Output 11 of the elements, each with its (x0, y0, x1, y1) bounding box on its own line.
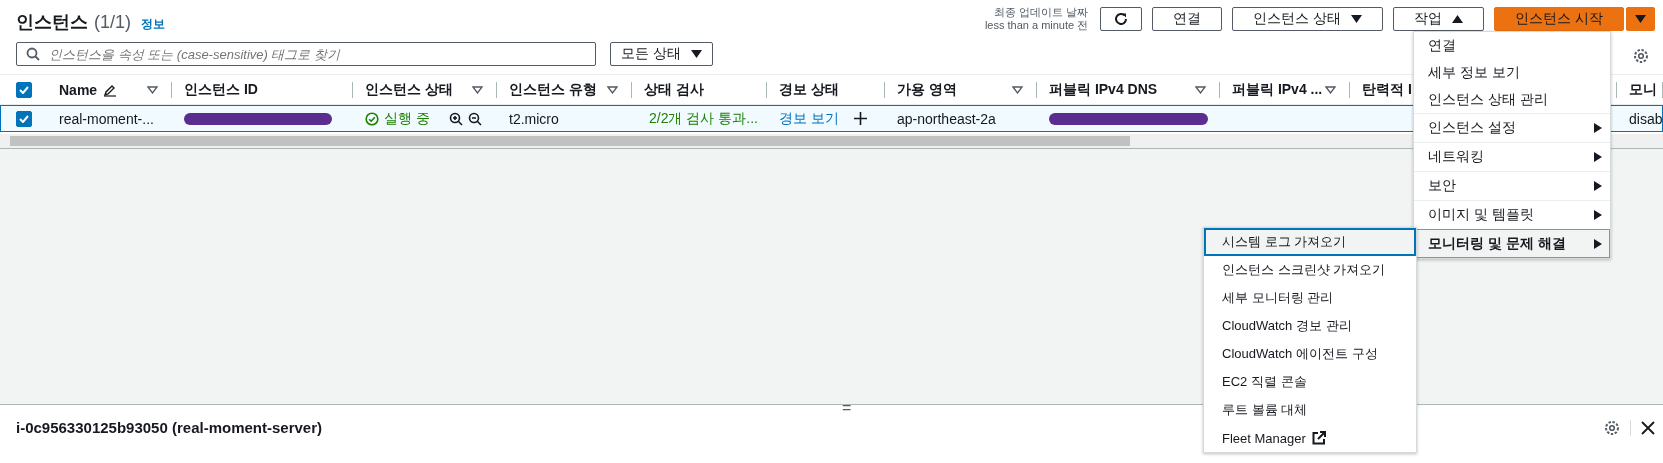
last-updated-value: less than a minute 전 (984, 19, 1089, 32)
table-cell: disab (1629, 110, 1663, 127)
details-title: i-0c956330125b93050 (real-moment-server) (16, 419, 323, 436)
table-cell: t2.micro (509, 110, 559, 127)
last-updated-label: 최종 업데이트 날짜 (994, 6, 1089, 19)
table-cell: ap-northeast-2a (897, 110, 996, 127)
table-cell: 2/2개 검사 통과... (649, 109, 758, 128)
table-cell: real-moment-... (59, 110, 154, 127)
instance-count: (1/1) (94, 12, 131, 33)
page-title: 인스턴스 (16, 11, 88, 34)
table-cell: 실행 중 (384, 109, 430, 128)
